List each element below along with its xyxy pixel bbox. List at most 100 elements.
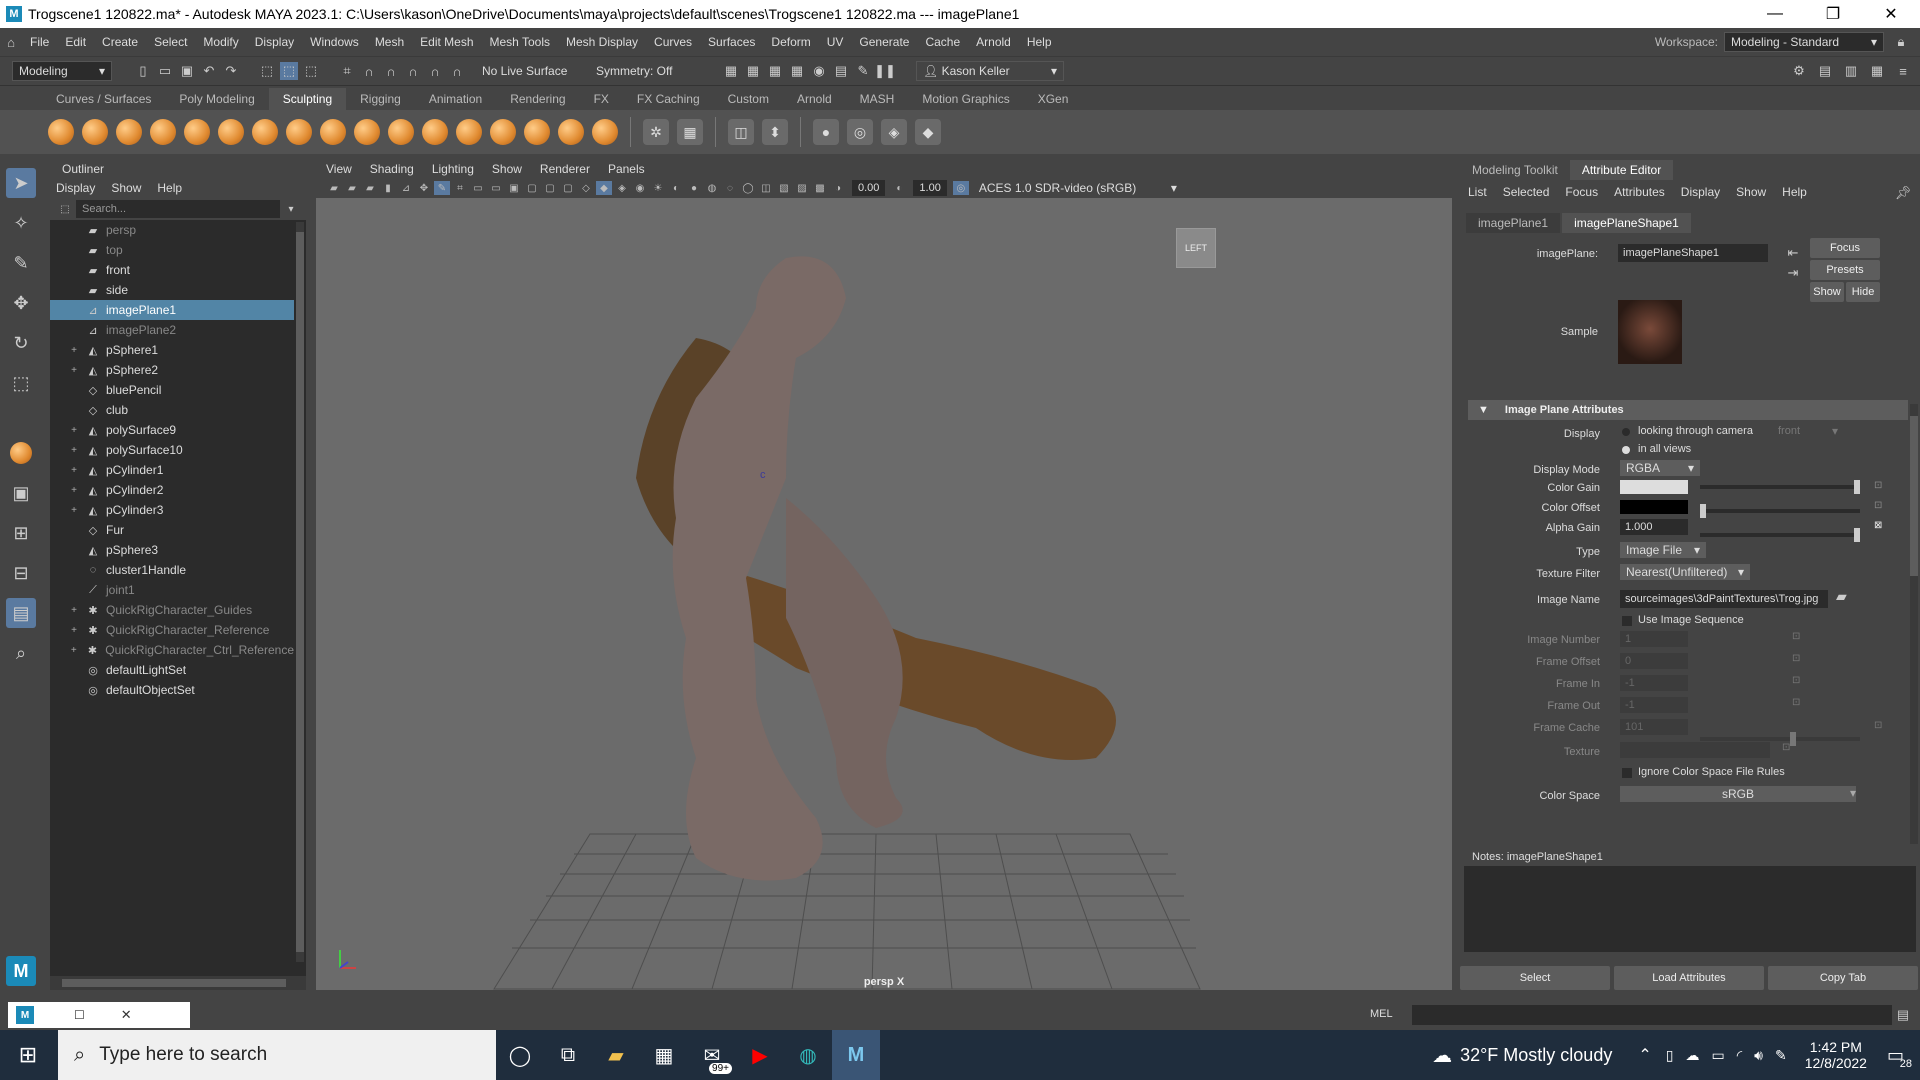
freeze-tool-icon[interactable]: ✲ — [643, 119, 669, 145]
minimized-maya-window[interactable]: M ☐ ✕ — [8, 1002, 190, 1028]
knife-tool-icon[interactable] — [490, 119, 516, 145]
home-icon[interactable]: ⌂ — [2, 33, 20, 51]
menu-item-file[interactable]: File — [22, 35, 57, 49]
menu-item-arnold[interactable]: Arnold — [968, 35, 1019, 49]
color-offset-swatch[interactable] — [1620, 500, 1688, 514]
node-name-field[interactable]: imagePlaneShape1 — [1618, 244, 1768, 262]
shadows-icon[interactable]: ◐ — [668, 181, 684, 195]
ae-menu-display[interactable]: Display — [1681, 185, 1720, 199]
viewport-menu-show[interactable]: Show — [492, 162, 522, 176]
rotate-tool-icon[interactable]: ↻ — [6, 328, 36, 358]
ae-menu-selected[interactable]: Selected — [1503, 185, 1550, 199]
viewport-menu-shading[interactable]: Shading — [370, 162, 414, 176]
ignore-color-space-checkbox[interactable] — [1622, 768, 1632, 778]
channel-box-icon[interactable]: ▦ — [1868, 62, 1886, 80]
four-pane-icon[interactable]: ⊞ — [6, 518, 36, 548]
bulge-tool-icon[interactable] — [558, 119, 584, 145]
outliner-menu-help[interactable]: Help — [157, 181, 182, 195]
viewport-canvas[interactable]: c LEFT persp X — [316, 198, 1452, 990]
color-offset-slider[interactable] — [1700, 504, 1860, 518]
2d-pan-zoom-icon[interactable]: ✥ — [416, 181, 432, 195]
volume-icon[interactable]: 🔊︎ — [1754, 1047, 1763, 1064]
windows-start-icon[interactable]: ⊞ — [0, 1030, 56, 1080]
repeat-tool-icon[interactable] — [320, 119, 346, 145]
close-icon[interactable]: ✕ — [121, 1007, 132, 1023]
section-header[interactable]: ▼ Image Plane Attributes — [1468, 400, 1908, 420]
mirror-sculpt-icon[interactable]: ◆ — [915, 119, 941, 145]
map-button-icon[interactable]: ⊡ — [1792, 697, 1800, 708]
battery-icon[interactable]: ▭ — [1711, 1047, 1724, 1064]
mail-icon[interactable]: ✉ 99+ — [688, 1030, 736, 1080]
menu-item-windows[interactable]: Windows — [302, 35, 367, 49]
exposure-icon[interactable]: ◑ — [830, 181, 846, 195]
outliner-row[interactable]: ▰ persp — [50, 220, 294, 240]
clock[interactable]: 1:42 PM 12/8/2022 — [1805, 1039, 1867, 1071]
outliner-row[interactable]: ◇ bluePencil — [50, 380, 294, 400]
menu-item-help[interactable]: Help — [1019, 35, 1060, 49]
display-camera-radio[interactable] — [1622, 428, 1630, 436]
weather-cloud-icon[interactable]: ☁ — [1432, 1043, 1452, 1068]
pinch-tool-icon[interactable] — [184, 119, 210, 145]
expand-icon[interactable]: + — [68, 505, 80, 516]
outliner-row[interactable]: ⟋ joint1 — [50, 580, 294, 600]
meet-now-icon[interactable]: ▯ — [1666, 1047, 1674, 1064]
outliner-layout-icon[interactable]: ▤ — [6, 598, 36, 628]
outliner-row[interactable]: + ◭ polySurface10 — [50, 440, 294, 460]
texture-filter-dropdown[interactable]: Nearest(Unfiltered) ▾ — [1620, 564, 1750, 580]
node-tab-imageplaneshape1[interactable]: imagePlaneShape1 — [1562, 213, 1691, 233]
grease-pencil-icon[interactable]: ✎ — [434, 181, 450, 195]
render-view-icon[interactable]: ▤ — [832, 62, 850, 80]
close-button[interactable]: ✕ — [1862, 0, 1920, 28]
menu-item-edit-mesh[interactable]: Edit Mesh — [412, 35, 481, 49]
file-explorer-icon[interactable]: ▰ — [592, 1030, 640, 1080]
ae-menu-show[interactable]: Show — [1736, 185, 1766, 199]
outliner-row[interactable]: + ◭ pSphere2 — [50, 360, 294, 380]
filter-icon[interactable]: ⬚ — [56, 200, 74, 218]
select-object-icon[interactable]: ⬚ — [280, 62, 298, 80]
shelf-tab-arnold[interactable]: Arnold — [783, 88, 846, 110]
shelf-tab-custom[interactable]: Custom — [714, 88, 783, 110]
outliner-menu-show[interactable]: Show — [111, 181, 141, 195]
symmetry-dropdown[interactable]: Symmetry: Off — [590, 61, 700, 81]
viewport-menu-view[interactable]: View — [326, 162, 352, 176]
scroll-thumb[interactable] — [296, 232, 304, 952]
menu-item-mesh-display[interactable]: Mesh Display — [558, 35, 646, 49]
xray-icon[interactable]: ▧ — [776, 181, 792, 195]
frame-offset-field[interactable]: 0 — [1620, 653, 1688, 669]
smooth-tool-icon[interactable] — [82, 119, 108, 145]
menu-item-select[interactable]: Select — [146, 35, 195, 49]
isolate-select-icon[interactable]: ◫ — [758, 181, 774, 195]
undo-icon[interactable]: ↶ — [200, 62, 218, 80]
use-lights-icon[interactable]: ☀ — [650, 181, 666, 195]
menu-item-curves[interactable]: Curves — [646, 35, 700, 49]
scrape-tool-icon[interactable] — [422, 119, 448, 145]
live-surface-field[interactable]: No Live Surface — [476, 61, 576, 81]
outliner-row[interactable]: ⊿ imagePlane2 — [50, 320, 294, 340]
render-frame-icon[interactable]: ▦ — [722, 62, 740, 80]
scroll-thumb[interactable] — [1910, 416, 1918, 576]
outliner-row[interactable]: + ✱ QuickRigCharacter_Guides — [50, 600, 294, 620]
go-to-output-icon[interactable]: ⇥ — [1784, 264, 1802, 282]
expand-icon[interactable]: + — [68, 425, 80, 436]
lock-camera-icon[interactable]: ▰ — [344, 181, 360, 195]
outliner-row[interactable]: ◭ pSphere3 — [50, 540, 294, 560]
falloff-icon[interactable]: ◈ — [881, 119, 907, 145]
color-space-dropdown[interactable]: sRGB — [1620, 786, 1856, 802]
outliner-row[interactable]: ◇ Fur — [50, 520, 294, 540]
viewport-menu-renderer[interactable]: Renderer — [540, 162, 590, 176]
sculpt-tool-icon[interactable] — [48, 119, 74, 145]
exposure-field[interactable]: 0.00 — [852, 180, 886, 196]
paint-select-icon[interactable]: ✎ — [6, 248, 36, 278]
flatten-tool-icon[interactable] — [218, 119, 244, 145]
pin-icon[interactable]: 📌︎ — [1894, 184, 1912, 202]
shelf-tab-fx[interactable]: FX — [580, 88, 623, 110]
texture-field[interactable] — [1620, 742, 1770, 758]
outliner-row[interactable]: + ✱ QuickRigCharacter_Reference — [50, 620, 294, 640]
imprint-tool-icon[interactable] — [354, 119, 380, 145]
motion-blur-icon[interactable]: ◍ — [704, 181, 720, 195]
type-dropdown[interactable]: Image File ▾ — [1620, 542, 1706, 558]
save-scene-icon[interactable]: ▣ — [178, 62, 196, 80]
safe-title-icon[interactable]: ▢ — [560, 181, 576, 195]
hide-button[interactable]: Hide — [1846, 282, 1880, 302]
menu-set-dropdown[interactable]: Modeling ▾ — [12, 61, 112, 81]
